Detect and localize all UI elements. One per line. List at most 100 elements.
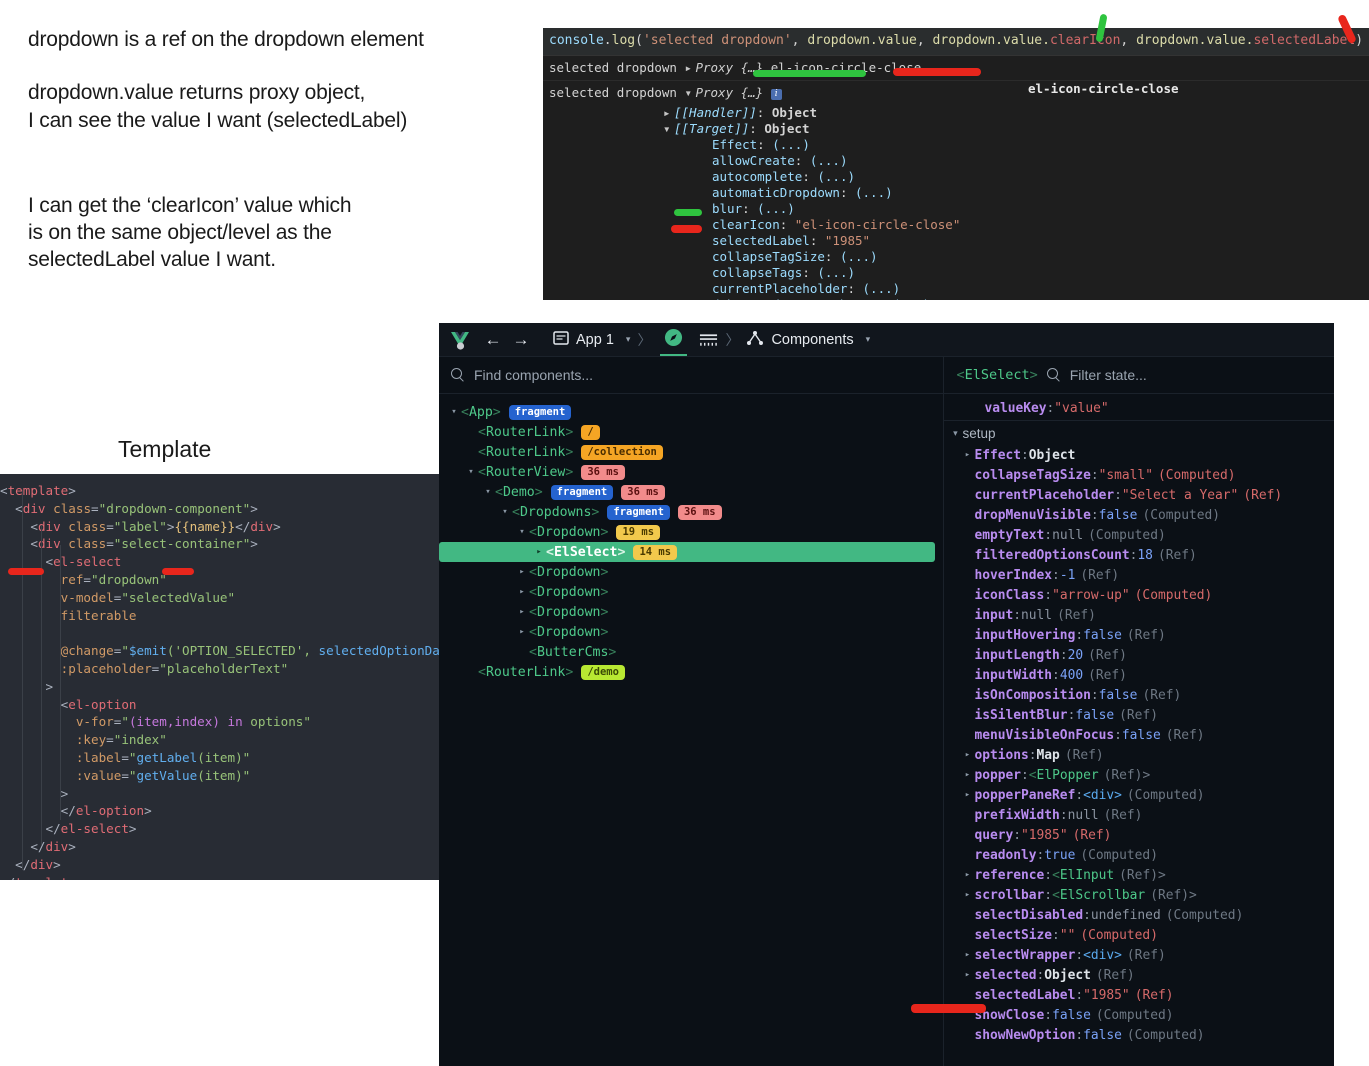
state-row[interactable]: ▸currentPlaceholder: "Select a Year"(Ref…: [944, 485, 1334, 505]
state-row[interactable]: ▸inputHovering: false(Ref): [944, 625, 1334, 645]
expand-toggle-icon[interactable]: ▸: [663, 105, 674, 121]
forward-arrow-icon[interactable]: →: [507, 330, 535, 350]
console-tree-row[interactable]: Effect: (...): [549, 137, 1369, 153]
component-tree-row[interactable]: ▾ <Demo> fragment 36 ms: [439, 482, 943, 502]
state-row[interactable]: ▸isOnComposition: false(Ref): [944, 685, 1334, 705]
state-row[interactable]: ▸isSilentBlur: false(Ref): [944, 705, 1334, 725]
state-row[interactable]: ▸ selectWrapper: <div> (Ref): [944, 945, 1334, 965]
expand-toggle-icon[interactable]: ▸: [532, 547, 546, 557]
component-tree-row[interactable]: ▾ <Dropdowns> fragment 36 ms: [439, 502, 943, 522]
component-tree-row[interactable]: ▸<RouterLink> /demo: [439, 662, 943, 682]
colon: :: [1075, 1027, 1084, 1043]
expand-toggle-icon[interactable]: ▸: [960, 890, 974, 900]
expand-toggle-icon[interactable]: ▾: [447, 407, 461, 417]
state-row[interactable]: ▸selectDisabled: undefined(Computed): [944, 905, 1334, 925]
state-row[interactable]: ▸ options: Map (Ref): [944, 745, 1334, 765]
mark-green-clearicon-key: [674, 209, 702, 216]
expand-toggle-icon[interactable]: ▾: [515, 527, 529, 537]
state-row[interactable]: ▸input: null(Ref): [944, 605, 1334, 625]
expand-toggle-icon[interactable]: ▸: [960, 790, 974, 800]
expand-toggle-icon[interactable]: ▸: [960, 750, 974, 760]
expand-toggle-icon[interactable]: ▾: [663, 121, 674, 137]
state-row[interactable]: ▸dropMenuVisible: false(Computed): [944, 505, 1334, 525]
expand-toggle-icon[interactable]: ▸: [684, 60, 695, 76]
state-row[interactable]: ▸ popperPaneRef: <div> (Computed): [944, 785, 1334, 805]
collapse-toggle-icon[interactable]: ▾: [948, 428, 962, 439]
component-tree-row[interactable]: ▸<RouterLink> /: [439, 422, 943, 442]
state-row[interactable]: ▸filteredOptionsCount: 18(Ref): [944, 545, 1334, 565]
state-row[interactable]: ▸hoverIndex: -1(Ref): [944, 565, 1334, 585]
console-tree-row[interactable]: collapseTags: (...): [549, 265, 1369, 281]
timeline-icon[interactable]: [699, 332, 718, 348]
info-icon[interactable]: i: [770, 89, 782, 100]
filter-state-placeholder[interactable]: Filter state...: [1070, 367, 1147, 383]
console-tree-row[interactable]: ▸ [[Handler]]: Object: [549, 105, 1369, 121]
state-row[interactable]: ▸query: "1985"(Ref): [944, 825, 1334, 845]
state-row[interactable]: ▸inputLength: 20(Ref): [944, 645, 1334, 665]
console-tree-row[interactable]: automaticDropdown: (...): [549, 185, 1369, 201]
state-row[interactable]: ▸selectSize: ""(Computed): [944, 925, 1334, 945]
expand-toggle-icon[interactable]: ▸: [960, 970, 974, 980]
state-row[interactable]: ▸ reference: <ElInput (Ref)>: [944, 865, 1334, 885]
state-key: filteredOptionsCount: [974, 547, 1130, 563]
expand-toggle-icon[interactable]: ▸: [515, 607, 529, 617]
console-tree-row[interactable]: allowCreate: (...): [549, 153, 1369, 169]
component-tree-row[interactable]: ▸ <Dropdown>: [439, 562, 943, 582]
console-output-row-2[interactable]: selected dropdown ▾ Proxy {…} i el-icon-ci…: [543, 81, 1369, 105]
state-key: popperPaneRef: [974, 787, 1076, 803]
collapse-toggle-icon[interactable]: ▾: [684, 85, 695, 101]
chevron-down-icon[interactable]: ▾: [866, 334, 871, 345]
expand-toggle-icon[interactable]: ▸: [960, 950, 974, 960]
console-tree-row[interactable]: debouncedOnInputChange: (...): [549, 297, 1369, 300]
component-tree-row[interactable]: ▸ <Dropdown>: [439, 582, 943, 602]
state-row[interactable]: ▸readonly: true(Computed): [944, 845, 1334, 865]
expand-toggle-icon[interactable]: ▸: [960, 450, 974, 460]
state-meta: (Computed): [1134, 587, 1213, 603]
state-row[interactable]: ▸iconClass: "arrow-up"(Computed): [944, 585, 1334, 605]
console-tree-row[interactable]: autocomplete: (...): [549, 169, 1369, 185]
state-meta: (Ref)>: [1103, 767, 1151, 783]
tab-components-compass[interactable]: [658, 323, 689, 356]
state-row[interactable]: ▸ popper: <ElPopper (Ref)>: [944, 765, 1334, 785]
state-row[interactable]: ▸inputWidth: 400(Ref): [944, 665, 1334, 685]
state-row[interactable]: ▸selectedLabel: "1985"(Ref): [944, 985, 1334, 1005]
console-tree-row[interactable]: ▾ [[Target]]: Object: [549, 121, 1369, 137]
console-tree-row[interactable]: currentPlaceholder: (...): [549, 281, 1369, 297]
state-group-setup[interactable]: ▾ setup: [944, 420, 1334, 445]
state-row[interactable]: ▸valueKey: "value": [944, 398, 1334, 418]
component-tree-row[interactable]: ▾ <Dropdown> 19 ms: [439, 522, 943, 542]
component-tree-row[interactable]: ▸<RouterLink> /collection: [439, 442, 943, 462]
state-row[interactable]: ▸prefixWidth: null(Ref): [944, 805, 1334, 825]
page-selector-components[interactable]: Components ▾: [746, 330, 870, 350]
component-tree-row-selected[interactable]: ▸ <ElSelect> 14 ms: [439, 542, 936, 562]
state-row[interactable]: ▸showNewOption: false(Computed): [944, 1025, 1334, 1045]
state-row[interactable]: ▸emptyText: null(Computed): [944, 525, 1334, 545]
component-tree-row[interactable]: ▾ <RouterView> 36 ms: [439, 462, 943, 482]
state-row[interactable]: ▸ scrollbar: <ElScrollbar (Ref)>: [944, 885, 1334, 905]
component-tree-row[interactable]: ▾ <App> fragment: [439, 402, 943, 422]
console-command-line[interactable]: console.log('selected dropdown', dropdow…: [543, 28, 1369, 56]
state-row[interactable]: ▸menuVisibleOnFocus: false(Ref): [944, 725, 1334, 745]
expand-toggle-icon[interactable]: ▸: [515, 567, 529, 577]
expand-toggle-icon[interactable]: ▸: [515, 587, 529, 597]
component-tree-row[interactable]: ▸<ButterCms>: [439, 642, 943, 662]
expand-toggle-icon[interactable]: ▾: [481, 487, 495, 497]
expand-toggle-icon[interactable]: ▾: [498, 507, 512, 517]
expand-toggle-icon[interactable]: ▸: [960, 770, 974, 780]
expand-toggle-icon[interactable]: ▸: [960, 870, 974, 880]
app-selector[interactable]: App 1 ▾: [553, 330, 630, 350]
back-arrow-icon[interactable]: ←: [479, 330, 507, 350]
expand-toggle-icon[interactable]: ▾: [464, 467, 478, 477]
find-components-search[interactable]: Find components...: [439, 357, 944, 394]
console-tree-row[interactable]: selectedLabel: "1985": [549, 233, 1369, 249]
component-name: <Dropdown>: [529, 624, 609, 640]
console-tree-row[interactable]: collapseTagSize: (...): [549, 249, 1369, 265]
component-tree-row[interactable]: ▸ <Dropdown>: [439, 602, 943, 622]
expand-toggle-icon[interactable]: ▸: [515, 627, 529, 637]
state-row[interactable]: ▸showClose: false(Computed): [944, 1005, 1334, 1025]
state-row[interactable]: ▸ selected: Object (Ref): [944, 965, 1334, 985]
console-tree-row[interactable]: blur: (...): [549, 201, 1369, 217]
state-row[interactable]: ▸ Effect: Object: [944, 445, 1334, 465]
state-row[interactable]: ▸collapseTagSize: "small"(Computed): [944, 465, 1334, 485]
component-tree-row[interactable]: ▸ <Dropdown>: [439, 622, 943, 642]
